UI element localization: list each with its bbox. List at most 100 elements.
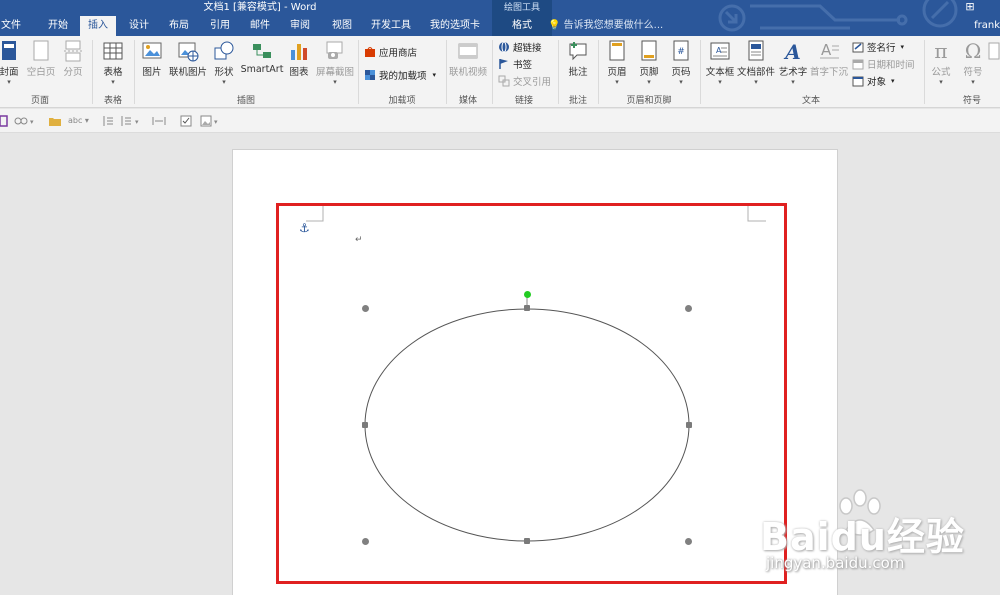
tab-layout[interactable]: 布局 xyxy=(162,16,196,36)
page-number-label: 页码 xyxy=(671,67,691,78)
chevron-down-icon: ▾ xyxy=(891,77,895,85)
tab-file[interactable]: 文件 xyxy=(0,16,22,36)
tab-format[interactable]: 格式 xyxy=(492,16,552,36)
link-icon[interactable]: ▾ xyxy=(14,115,34,127)
line-spacing-icon[interactable]: ▾ xyxy=(120,115,142,127)
cross-reference-icon xyxy=(498,75,510,87)
picture-button[interactable]: 图片 xyxy=(138,40,166,94)
svg-text:π: π xyxy=(934,40,947,62)
paragraph-spacing-icon[interactable] xyxy=(102,115,114,127)
chevron-down-icon: ▾ xyxy=(333,78,337,86)
svg-text:▾: ▾ xyxy=(214,118,218,126)
symbol-button[interactable]: Ω 符号 ▾ xyxy=(960,39,986,94)
header-label: 页眉 xyxy=(607,67,627,78)
omega-icon: Ω xyxy=(962,39,984,63)
tab-home[interactable]: 开始 xyxy=(40,16,76,36)
group-label-symbols: 符号 xyxy=(962,96,981,106)
group-label-comments: 批注 xyxy=(568,96,587,106)
chevron-down-icon: ▾ xyxy=(432,71,437,79)
chart-button[interactable]: 图表 xyxy=(287,40,311,94)
tab-mailings[interactable]: 邮件 xyxy=(243,16,277,36)
chevron-down-icon: ▾ xyxy=(615,78,619,86)
store-button[interactable]: 应用商店 xyxy=(364,44,417,60)
shapes-icon xyxy=(213,40,235,62)
spelling-check-icon[interactable]: abc ▾ xyxy=(68,115,92,127)
smartart-button[interactable]: SmartArt xyxy=(240,40,284,94)
wordart-label: 艺术字 xyxy=(778,67,808,78)
save-icon[interactable] xyxy=(0,115,8,127)
folder-icon[interactable] xyxy=(48,115,62,127)
object-button[interactable]: 对象 ▾ xyxy=(852,73,895,89)
screenshot-button[interactable]: 屏幕截图 ▾ xyxy=(315,40,355,94)
wordart-icon: A xyxy=(782,40,804,64)
shapes-button[interactable]: 形状 ▾ xyxy=(211,40,237,94)
signature-line-button[interactable]: 签名行 ▾ xyxy=(852,39,904,55)
tab-developer[interactable]: 开发工具 xyxy=(366,16,416,36)
my-addins-label: 我的加载项 xyxy=(379,71,427,82)
online-picture-button[interactable]: 联机图片 xyxy=(168,40,208,94)
lightbulb-icon: 💡 xyxy=(548,20,561,31)
online-video-button[interactable]: 联机视频 xyxy=(448,40,488,94)
textbox-button[interactable]: A 文本框 ▾ xyxy=(704,40,736,94)
drop-cap-label: 首字下沉 xyxy=(810,67,849,78)
my-addins-button[interactable]: 我的加载项 ▾ xyxy=(364,67,436,83)
cover-page-button[interactable]: 封面 ▾ xyxy=(0,40,22,94)
chevron-down-icon: ▾ xyxy=(111,78,115,86)
comment-icon xyxy=(567,40,589,62)
tab-my-tab[interactable]: 我的选项卡 xyxy=(426,16,484,36)
tab-references[interactable]: 引用 xyxy=(203,16,237,36)
group-divider xyxy=(558,40,559,104)
object-label: 对象 xyxy=(867,77,887,88)
tab-view[interactable]: 视图 xyxy=(325,16,359,36)
bookmark-flag-icon xyxy=(498,58,510,70)
drawing-tools-title: 绘图工具 xyxy=(492,0,552,16)
comment-label: 批注 xyxy=(568,67,588,78)
footer-button[interactable]: 页脚 ▾ xyxy=(636,40,662,94)
wordart-button[interactable]: A 艺术字 ▾ xyxy=(777,40,809,94)
chevron-down-icon: ▾ xyxy=(971,78,975,86)
object-icon xyxy=(852,75,864,87)
calendar-icon xyxy=(852,58,864,70)
cover-page-label: 封面 xyxy=(0,67,19,78)
chevron-down-icon: ▾ xyxy=(791,78,795,86)
blank-page-button[interactable]: 空白页 xyxy=(26,40,56,94)
picture-control-icon[interactable]: ▾ xyxy=(200,115,220,127)
textbox-icon: A xyxy=(709,40,731,62)
comment-button[interactable]: 批注 xyxy=(562,40,594,94)
hyperlink-button[interactable]: 超链接 xyxy=(498,39,542,55)
page-break-button[interactable]: 分页 xyxy=(60,40,86,94)
cross-reference-button[interactable]: 交叉引用 xyxy=(498,73,551,89)
header-button[interactable]: 页眉 ▾ xyxy=(604,40,630,94)
equation-button[interactable]: π 公式 ▾ xyxy=(928,39,954,94)
circuit-decoration xyxy=(718,0,958,32)
page-break-label: 分页 xyxy=(63,67,83,78)
ribbon: 封面 ▾ 空白页 分页 页面 表格 ▾ 表格 图片 联机图片 形状 ▾ Smar… xyxy=(0,36,1000,108)
spelling-hint-text: abc xyxy=(68,116,83,125)
group-divider xyxy=(700,40,701,104)
drop-cap-button[interactable]: A 首字下沉 xyxy=(810,40,848,94)
number-icon xyxy=(986,40,1000,62)
distribute-icon[interactable] xyxy=(152,115,166,127)
tab-insert[interactable]: 插入 xyxy=(80,16,116,36)
bookmark-button[interactable]: 书签 xyxy=(498,56,532,72)
tab-review[interactable]: 审阅 xyxy=(283,16,317,36)
tab-design[interactable]: 设计 xyxy=(122,16,156,36)
my-addins-icon xyxy=(364,69,376,81)
checkbox-icon[interactable] xyxy=(180,115,192,127)
table-button[interactable]: 表格 ▾ xyxy=(98,40,128,94)
page-number-button[interactable]: # 页码 ▾ xyxy=(668,40,694,94)
quick-parts-icon xyxy=(745,40,767,62)
group-label-pages: 页面 xyxy=(30,96,49,106)
textbox-label: 文本框 xyxy=(705,67,735,78)
cross-reference-label: 交叉引用 xyxy=(513,77,552,88)
chevron-down-icon: ▾ xyxy=(939,78,943,86)
date-time-button[interactable]: 日期和时间 xyxy=(852,56,915,72)
quick-parts-button[interactable]: 文档部件 ▾ xyxy=(737,40,776,94)
online-video-label: 联机视频 xyxy=(448,67,487,78)
chart-label: 图表 xyxy=(289,67,309,78)
symbol-label: 符号 xyxy=(963,67,983,78)
picture-icon xyxy=(141,40,163,62)
tell-me-box[interactable]: 💡 告诉我您想要做什么... xyxy=(548,16,663,36)
number-button[interactable] xyxy=(988,40,1000,94)
quick-parts-label: 文档部件 xyxy=(737,67,776,78)
